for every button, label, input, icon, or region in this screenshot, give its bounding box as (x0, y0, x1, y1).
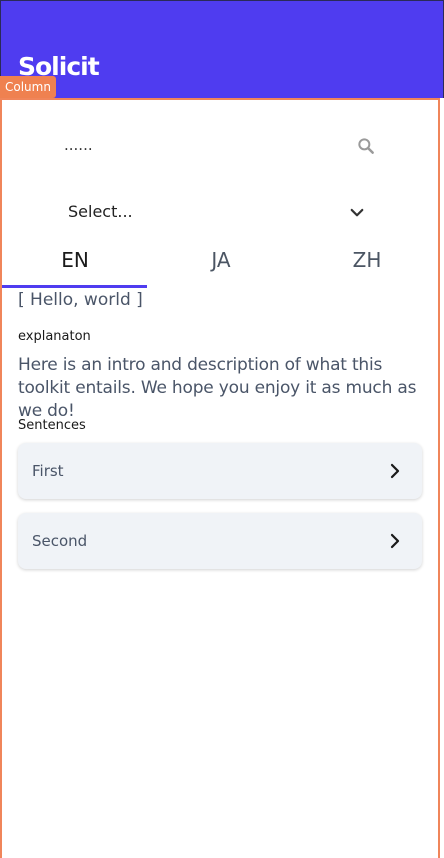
explanation-label: explanaton (18, 329, 91, 344)
select-value: Select... (68, 202, 133, 221)
chevron-right-icon (390, 533, 400, 549)
language-select[interactable]: Select... (18, 192, 422, 232)
search-bar (18, 120, 422, 168)
language-tabs: EN JA ZH (2, 240, 440, 288)
tab-en[interactable]: EN (2, 240, 148, 288)
search-input[interactable] (64, 132, 344, 158)
sentence-card-first[interactable]: First (18, 443, 422, 499)
intro-text: Here is an intro and description of what… (18, 355, 417, 421)
search-icon[interactable] (356, 136, 376, 156)
page-heading: [ Hello, world ] (18, 290, 143, 310)
sentences-label: Sentences (18, 418, 86, 433)
active-tab-indicator (2, 285, 147, 288)
chevron-down-icon (350, 208, 364, 217)
sentence-label: First (32, 462, 64, 480)
chevron-right-icon (390, 463, 400, 479)
tab-ja[interactable]: JA (148, 240, 294, 288)
tab-zh[interactable]: ZH (294, 240, 440, 288)
column-debug-badge: Column (0, 76, 56, 98)
sentence-card-second[interactable]: Second (18, 513, 422, 569)
sentence-label: Second (32, 532, 88, 550)
app-bar: Solicit (0, 0, 444, 98)
